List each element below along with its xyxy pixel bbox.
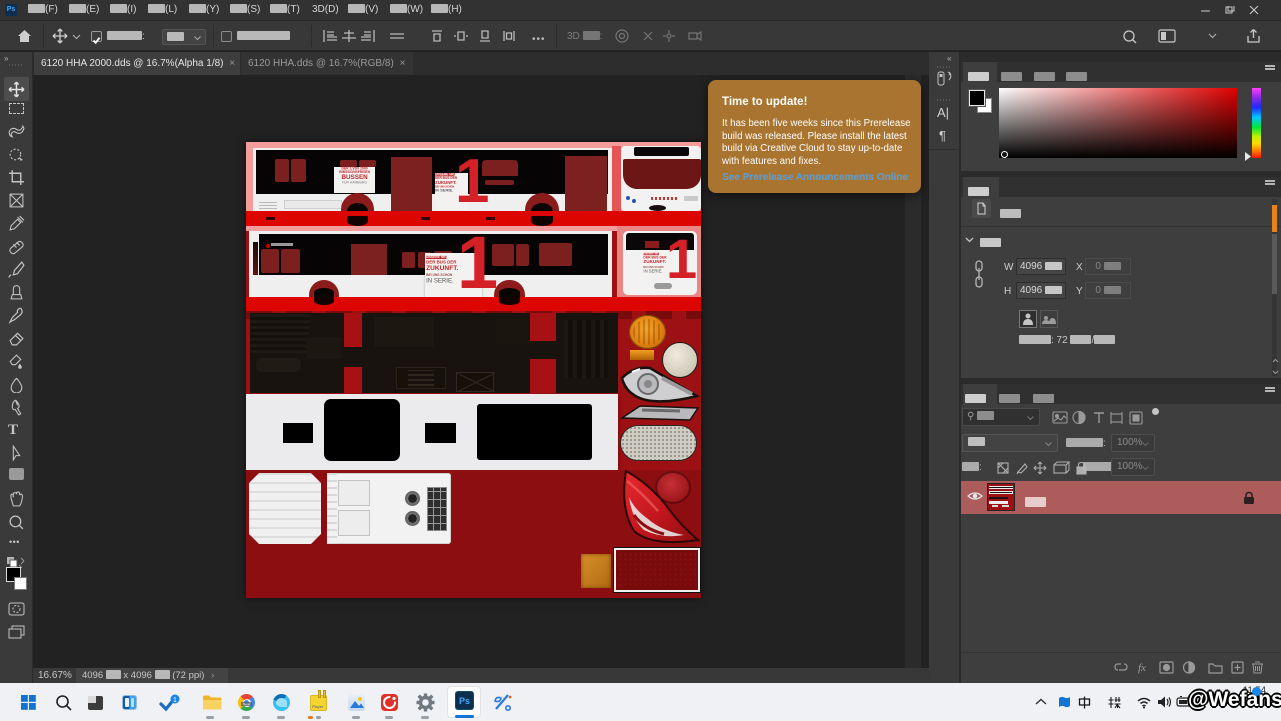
- svg-text:fx: fx: [1138, 662, 1146, 674]
- svg-text:1: 1: [173, 697, 177, 704]
